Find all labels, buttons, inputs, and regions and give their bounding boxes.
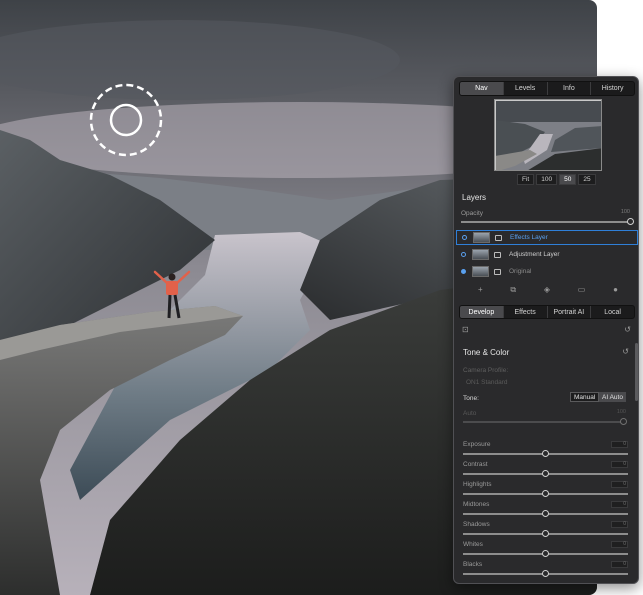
panel-top-tabs: Nav Levels Info History: [459, 81, 635, 96]
layer-visibility-icon[interactable]: [461, 269, 466, 274]
slider-handle[interactable]: [542, 570, 549, 577]
slider-value[interactable]: 0: [611, 521, 628, 528]
auto-value: 100: [616, 409, 626, 415]
tab-history[interactable]: History: [591, 82, 634, 95]
auto-slider-track[interactable]: [463, 421, 626, 423]
slider-handle[interactable]: [542, 450, 549, 457]
opacity-slider-handle[interactable]: [627, 218, 634, 225]
preset-icon[interactable]: ⊡: [462, 325, 469, 334]
slider-handle[interactable]: [542, 550, 549, 557]
tab-nav[interactable]: Nav: [460, 82, 504, 95]
tone-label: Tone:: [463, 395, 479, 402]
slider-label: Whites: [463, 541, 483, 548]
camera-profile-label: Camera Profile:: [463, 367, 509, 374]
duplicate-layer-icon[interactable]: ⧉: [510, 285, 516, 295]
slider-value[interactable]: 0: [611, 441, 628, 448]
slider-handle[interactable]: [542, 530, 549, 537]
slider-value[interactable]: 0: [611, 461, 628, 468]
tab-info[interactable]: Info: [548, 82, 592, 95]
layer-name: Adjustment Layer: [509, 251, 560, 258]
tone-color-title: Tone & Color: [463, 348, 510, 357]
side-panel: Nav Levels Info History Fit 100 50 25 La…: [453, 76, 639, 584]
layer-thumbnail: [472, 266, 489, 277]
zoom-50-button[interactable]: 50: [559, 174, 577, 185]
slider-value[interactable]: 0: [611, 501, 628, 508]
opacity-slider-track[interactable]: [461, 221, 631, 223]
slider-value[interactable]: 0: [611, 481, 628, 488]
zoom-25-button[interactable]: 25: [578, 174, 596, 185]
trash-icon[interactable]: ▭: [578, 285, 586, 295]
slider-label: Midtones: [463, 501, 490, 508]
layer-visibility-icon[interactable]: [462, 235, 467, 240]
tab-develop[interactable]: Develop: [460, 306, 504, 318]
slider-label: Exposure: [463, 441, 491, 448]
section-reset-icon[interactable]: ↺: [622, 347, 629, 356]
layer-visibility-icon[interactable]: [461, 252, 466, 257]
panel-scrollbar[interactable]: [635, 343, 638, 401]
develop-tabs: Develop Effects Portrait AI Local: [459, 305, 635, 319]
slider-label: Shadows: [463, 521, 490, 528]
layer-thumbnail: [472, 249, 489, 260]
layer-mask-icon: [495, 234, 502, 241]
slider-label: Contrast: [463, 461, 488, 468]
slider-handle[interactable]: [542, 470, 549, 477]
slider-label: Blacks: [463, 561, 483, 568]
opacity-value: 100: [620, 209, 630, 215]
layer-thumbnail: [473, 232, 490, 243]
layers-title: Layers: [462, 193, 487, 202]
layer-name: Original: [509, 268, 532, 275]
layer-row-adjustment[interactable]: Adjustment Layer: [456, 247, 638, 262]
layer-name: Effects Layer: [510, 234, 548, 241]
layer-mask-icon: [494, 268, 501, 275]
reset-icon[interactable]: ↺: [624, 325, 631, 334]
layer-tools: + ⧉ ◈ ▭ ●: [478, 285, 618, 295]
slider-handle[interactable]: [542, 510, 549, 517]
tab-levels[interactable]: Levels: [504, 82, 548, 95]
add-layer-icon[interactable]: +: [478, 285, 483, 295]
zoom-fit-button[interactable]: Fit: [517, 174, 535, 185]
slider-handle[interactable]: [542, 490, 549, 497]
layer-row-effects[interactable]: Effects Layer: [456, 230, 638, 245]
settings-icon[interactable]: ●: [613, 285, 618, 295]
tone-manual-button[interactable]: Manual: [570, 392, 600, 402]
navigator-preview[interactable]: [494, 99, 602, 171]
slider-value[interactable]: 0: [611, 561, 628, 568]
tab-portrait-ai[interactable]: Portrait AI: [548, 306, 592, 318]
slider-label: Highlights: [463, 481, 492, 488]
opacity-label: Opacity: [461, 210, 484, 217]
zoom-100-button[interactable]: 100: [536, 174, 558, 185]
layer-mask-icon: [494, 251, 501, 258]
tone-ai-auto-button[interactable]: AI Auto: [599, 392, 626, 402]
tab-effects[interactable]: Effects: [504, 306, 548, 318]
auto-label: Auto: [463, 410, 477, 417]
auto-slider-handle[interactable]: [620, 418, 627, 425]
paint-bucket-icon[interactable]: ◈: [544, 285, 550, 295]
zoom-buttons: Fit 100 50 25: [517, 174, 596, 185]
tab-local[interactable]: Local: [591, 306, 634, 318]
slider-value[interactable]: 0: [611, 541, 628, 548]
camera-profile-value[interactable]: ON1 Standard: [466, 379, 508, 386]
layer-row-original[interactable]: Original: [456, 264, 638, 279]
